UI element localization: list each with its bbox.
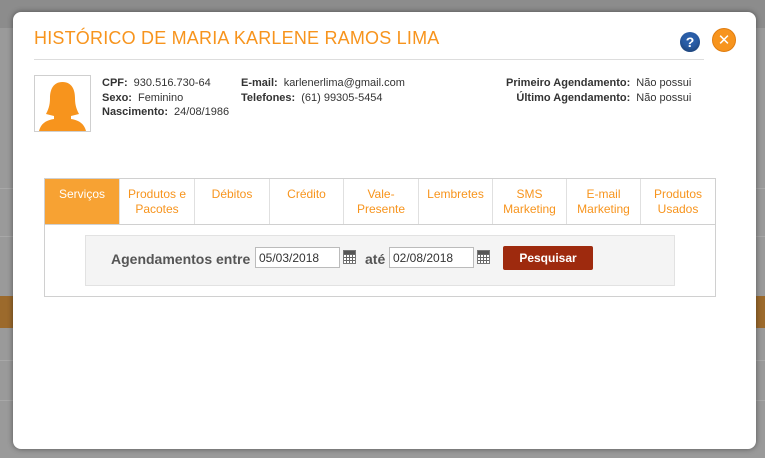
title-divider — [34, 59, 704, 60]
search-button[interactable]: Pesquisar — [503, 246, 593, 270]
cpf-label: CPF: — [102, 77, 128, 89]
tab-produtos-usados[interactable]: Produtos Usados — [641, 179, 715, 224]
tab-bar: Serviços Produtos e Pacotes Débitos Créd… — [45, 179, 715, 225]
calendar-icon[interactable] — [343, 250, 356, 264]
end-date-input[interactable] — [389, 247, 474, 268]
client-contact-info: E-mail: karlenerlima@gmail.com Telefones:… — [241, 76, 405, 105]
email-label: E-mail: — [241, 77, 278, 89]
tab-debitos[interactable]: Débitos — [195, 179, 270, 224]
modal-title: HISTÓRICO DE MARIA KARLENE RAMOS LIMA — [34, 28, 440, 48]
telefones-value: (61) 99305-5454 — [301, 91, 383, 104]
female-user-icon — [39, 82, 86, 131]
history-modal: HISTÓRICO DE MARIA KARLENE RAMOS LIMA ? … — [13, 12, 756, 449]
tab-credito[interactable]: Crédito — [270, 179, 344, 224]
until-label: até — [365, 251, 386, 267]
tab-servicos[interactable]: Serviços — [45, 179, 120, 224]
tab-produtos-e-pacotes[interactable]: Produtos e Pacotes — [120, 179, 195, 224]
tab-vale-presente[interactable]: Vale-Presente — [344, 179, 419, 224]
primeiro-agendamento-value: Não possui — [636, 77, 692, 89]
avatar — [34, 75, 91, 132]
cpf-value: 930.516.730-64 — [133, 77, 211, 89]
calendar-icon[interactable] — [477, 250, 490, 264]
history-tabs-panel: Serviços Produtos e Pacotes Débitos Créd… — [44, 178, 716, 297]
primeiro-agendamento-label: Primeiro Agendamento: — [506, 77, 631, 89]
help-icon[interactable]: ? — [680, 32, 700, 52]
telefones-label: Telefones: — [241, 91, 296, 104]
sexo-label: Sexo: — [102, 91, 132, 104]
ultimo-agendamento-label: Último Agendamento: — [516, 91, 631, 104]
tab-lembretes[interactable]: Lembretes — [419, 179, 493, 224]
sexo-value: Feminino — [137, 91, 184, 104]
nascimento-label: Nascimento: — [102, 106, 169, 118]
tab-sms-marketing[interactable]: SMS Marketing — [493, 179, 567, 224]
start-date-input[interactable] — [255, 247, 340, 268]
appointments-between-label: Agendamentos entre — [111, 251, 251, 267]
nascimento-value: 24/08/1986 — [174, 106, 230, 118]
appointment-search-bar: Agendamentos entre até Pesquisar — [85, 235, 675, 286]
ultimo-agendamento-value: Não possui — [636, 91, 692, 104]
client-basic-info: CPF: 930.516.730-64 Sexo: Feminino Nascime… — [102, 76, 229, 120]
client-appointment-info: Primeiro Agendamento: Não possui Último A… — [506, 76, 691, 105]
close-icon[interactable]: ✕ — [712, 28, 736, 52]
email-value: karlenerlima@gmail.com — [283, 77, 405, 89]
tab-email-marketing[interactable]: E-mail Marketing — [567, 179, 641, 224]
